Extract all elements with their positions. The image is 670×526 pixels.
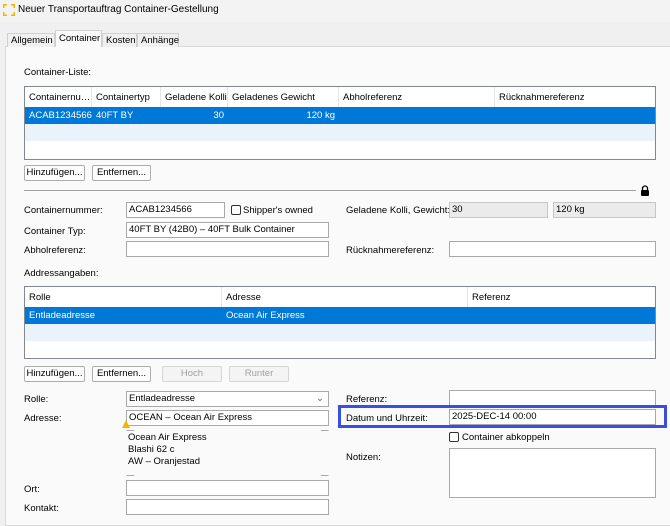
chevron-down-icon: ⌄: [316, 393, 324, 404]
move-up-button[interactable]: Hoch: [162, 366, 222, 382]
shippers-owned-checkbox[interactable]: [231, 205, 241, 215]
container-list-label: Container-Liste:: [24, 67, 92, 78]
rolle-value: Entladeadresse: [129, 393, 196, 404]
referenz-label: Referenz:: [346, 394, 388, 405]
address-line: AW – Oranjestad: [128, 456, 200, 467]
cell-rolle: Entladeadresse: [29, 310, 96, 321]
rolle-select[interactable]: Entladeadresse ⌄: [126, 391, 329, 407]
col-header[interactable]: Referenz: [468, 287, 656, 307]
datum-label: Datum und Uhrzeit:: [346, 413, 428, 424]
containernummer-input[interactable]: ACAB1234566: [126, 202, 225, 218]
remove-address-button[interactable]: Entfernen...: [92, 366, 151, 382]
col-header[interactable]: Geladene Kolli: [161, 87, 228, 107]
table-row[interactable]: Entladeadresse Ocean Air Express: [25, 307, 655, 324]
ruecknahme-label: Rücknahmereferenz:: [346, 245, 435, 256]
cell-number: ACAB1234566: [29, 110, 92, 121]
tab-anhaenge[interactable]: Anhänge: [137, 33, 179, 47]
col-header[interactable]: Containertyp: [92, 87, 161, 107]
add-container-button[interactable]: Hinzufügen...: [24, 165, 85, 181]
table-row[interactable]: ACAB1234566 40FT BY 30 120 kg: [25, 107, 655, 124]
move-down-button[interactable]: Runter: [229, 366, 289, 382]
abkoppeln-label[interactable]: Container abkoppeln: [462, 432, 550, 443]
app-icon: [3, 4, 15, 16]
notizen-textarea[interactable]: [449, 448, 656, 498]
address-line: Blashi 62 c: [128, 444, 175, 455]
kolli-field: 30: [449, 202, 548, 218]
shippers-owned-label[interactable]: Shipper's owned: [243, 205, 313, 216]
window-title: Neuer Transportauftrag Container-Gestell…: [18, 4, 219, 15]
typ-input[interactable]: 40FT BY (42B0) – 40FT Bulk Container: [126, 222, 329, 238]
col-header[interactable]: Containernu…: [25, 87, 92, 107]
containernummer-label: Containernummer:: [24, 205, 103, 216]
col-header[interactable]: Abholreferenz: [339, 87, 495, 107]
cell-adresse: Ocean Air Express: [226, 310, 305, 321]
rolle-label: Rolle:: [24, 394, 49, 405]
col-header[interactable]: Adresse: [222, 287, 468, 307]
col-header[interactable]: Rücknahmereferenz: [495, 87, 656, 107]
adresse-label: Adresse:: [24, 413, 62, 424]
ort-label: Ort:: [24, 484, 40, 495]
cell-gewicht: 120 kg: [306, 110, 335, 121]
abkoppeln-checkbox[interactable]: [449, 432, 459, 442]
kontakt-label: Kontakt:: [24, 503, 59, 514]
lock-icon[interactable]: [640, 185, 650, 196]
abhol-label: Abholreferenz:: [24, 245, 86, 256]
ruecknahme-input[interactable]: [449, 241, 656, 257]
adresse-input[interactable]: OCEAN – Ocean Air Express: [126, 410, 329, 426]
container-table[interactable]: Containernu… Containertyp Geladene Kolli…: [24, 86, 656, 160]
notizen-label: Notizen:: [346, 452, 381, 463]
kontakt-input[interactable]: [126, 499, 329, 515]
address-line: Ocean Air Express: [128, 432, 207, 443]
abhol-input[interactable]: [126, 241, 329, 257]
tab-kosten[interactable]: Kosten: [102, 33, 137, 47]
col-header[interactable]: Rolle: [25, 287, 222, 307]
cell-kolli: 30: [213, 110, 224, 121]
separator: [24, 190, 636, 191]
tab-container[interactable]: Container: [55, 30, 102, 47]
ort-input[interactable]: [126, 480, 329, 496]
gewicht-field: 120 kg: [553, 202, 656, 218]
referenz-input[interactable]: [449, 390, 656, 406]
cell-type: 40FT BY: [96, 110, 134, 121]
warning-icon: [122, 420, 130, 428]
empty-row: [25, 324, 655, 341]
remove-container-button[interactable]: Entfernen...: [92, 165, 151, 181]
address-table[interactable]: Rolle Adresse Referenz Entladeadresse Oc…: [24, 286, 656, 359]
add-address-button[interactable]: Hinzufügen...: [24, 366, 85, 382]
address-lines: Ocean Air Express Blashi 62 c AW – Oranj…: [128, 432, 207, 468]
datum-input[interactable]: 2025-DEC-14 00:00: [449, 409, 656, 425]
addresses-label: Addressangaben:: [24, 268, 99, 279]
col-header[interactable]: Geladenes Gewicht: [228, 87, 339, 107]
empty-row: [25, 124, 655, 141]
typ-label: Container Typ:: [24, 226, 86, 237]
tab-allgemein[interactable]: Allgemein: [7, 33, 55, 47]
kolli-gewicht-label: Geladene Kolli, Gewicht:: [346, 205, 451, 216]
